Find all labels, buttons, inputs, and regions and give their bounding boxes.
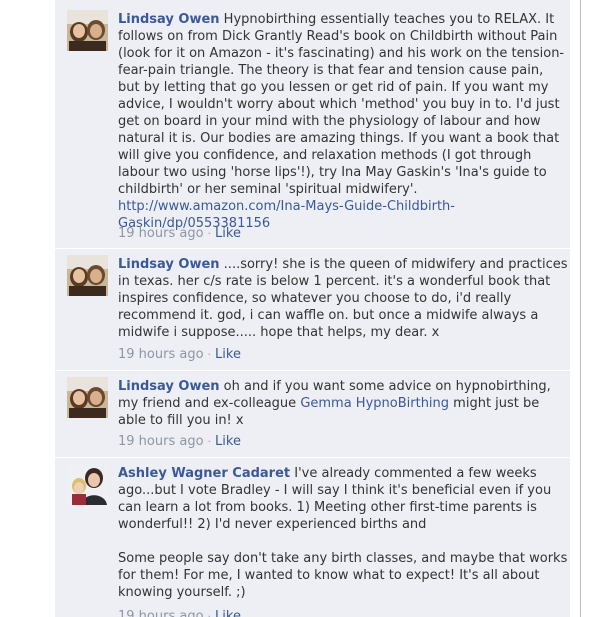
meta-separator: · — [207, 348, 212, 361]
avatar-image — [67, 10, 108, 51]
like-button[interactable]: Like — [215, 347, 241, 362]
comment-body: Lindsay Owen ....sorry! she is the queen… — [118, 256, 568, 341]
comment-meta: 19 hours ago · Like — [118, 434, 241, 450]
comment-body: Lindsay Owen Hypnobirthing essentially t… — [118, 11, 568, 232]
avatar[interactable] — [67, 464, 108, 505]
comment-author[interactable]: Lindsay Owen — [118, 12, 220, 27]
comment-timestamp[interactable]: 19 hours ago — [118, 434, 204, 449]
like-button[interactable]: Like — [215, 226, 241, 241]
comment-body: Ashley Wagner Cadaret I've already comme… — [118, 465, 568, 601]
comment-author[interactable]: Lindsay Owen — [118, 379, 220, 394]
like-button[interactable]: Like — [215, 434, 241, 449]
avatar[interactable] — [67, 10, 108, 51]
meta-separator: · — [207, 227, 212, 240]
comments-panel: Lindsay Owen Hypnobirthing essentially t… — [55, 0, 570, 617]
comment-text: Hypnobirthing essentially teaches you to… — [118, 12, 565, 197]
comment-meta: 19 hours ago · Like — [118, 347, 241, 363]
avatar-image — [67, 377, 108, 418]
avatar[interactable] — [67, 255, 108, 296]
comment-text: I've already commented a few weeks ago..… — [118, 466, 568, 600]
avatar-image — [67, 255, 108, 296]
comment-body: Lindsay Owen oh and if you want some adv… — [118, 378, 568, 429]
comment-author[interactable]: Lindsay Owen — [118, 257, 220, 272]
scrollbar-edge — [580, 0, 581, 617]
meta-separator: · — [207, 610, 212, 617]
like-button[interactable]: Like — [215, 609, 241, 617]
comment-timestamp[interactable]: 19 hours ago — [118, 609, 204, 617]
comment-item: Lindsay Owen ....sorry! she is the queen… — [55, 249, 570, 370]
comment-meta: 19 hours ago · Like — [118, 226, 241, 242]
avatar-image — [67, 464, 108, 505]
avatar[interactable] — [67, 377, 108, 418]
comment-timestamp[interactable]: 19 hours ago — [118, 347, 204, 362]
meta-separator: · — [207, 435, 212, 448]
comment-item: Lindsay Owen oh and if you want some adv… — [55, 371, 570, 457]
comment-timestamp[interactable]: 19 hours ago — [118, 226, 204, 241]
comment-meta: 19 hours ago · Like — [118, 609, 241, 617]
comment-author[interactable]: Ashley Wagner Cadaret — [118, 466, 290, 481]
tagged-page-link[interactable]: Gemma HypnoBirthing — [300, 396, 449, 411]
comment-item: Lindsay Owen Hypnobirthing essentially t… — [55, 0, 570, 248]
comment-item: Ashley Wagner Cadaret I've already comme… — [55, 458, 570, 617]
